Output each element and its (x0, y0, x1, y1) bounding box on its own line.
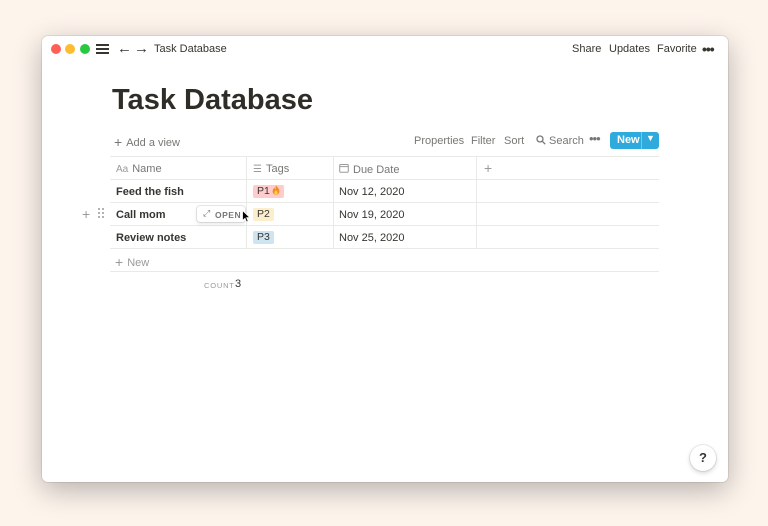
share-button[interactable]: Share (572, 43, 601, 55)
back-arrow-icon[interactable]: ← (117, 40, 132, 58)
row-due-date-cell[interactable]: Nov 19, 2020 (339, 209, 404, 221)
search-button[interactable]: Search (536, 135, 584, 147)
row-name-cell[interactable]: Feed the fish (116, 186, 184, 198)
favorite-button[interactable]: Favorite (657, 43, 697, 55)
properties-button[interactable]: Properties (414, 135, 464, 147)
table-top-border (110, 156, 659, 157)
page-title[interactable]: Task Database (112, 84, 313, 117)
text-property-icon: Aa (116, 164, 129, 175)
column-header-label: Due Date (353, 164, 400, 176)
tag-label: P1 (257, 185, 270, 197)
fire-icon (272, 185, 280, 195)
sort-button[interactable]: Sort (504, 135, 524, 147)
sidebar-toggle-icon[interactable] (96, 42, 110, 56)
tag-p3[interactable]: P3 (253, 231, 274, 244)
column-header-name[interactable]: Aa Name (116, 163, 162, 175)
column-divider (476, 156, 477, 249)
list-property-icon: ☰ (253, 164, 262, 175)
row-divider (110, 248, 659, 249)
tag-p1[interactable]: P1 (253, 185, 284, 198)
new-button[interactable]: New ▼ (610, 132, 659, 149)
add-view-label: Add a view (126, 137, 180, 149)
search-label: Search (549, 135, 584, 147)
minimize-window-button[interactable] (65, 44, 75, 54)
column-divider (333, 156, 334, 249)
open-label: OPEN (215, 209, 242, 220)
search-icon (536, 135, 546, 145)
calendar-icon (339, 163, 349, 176)
new-button-divider (641, 132, 642, 149)
expand-icon: ⤢ (203, 208, 211, 218)
new-row-label: New (127, 257, 150, 269)
plus-icon: + (115, 254, 124, 270)
add-row-icon[interactable]: + (82, 206, 90, 222)
add-property-icon[interactable]: + (484, 160, 492, 176)
count-value: 3 (235, 278, 242, 290)
view-more-icon[interactable]: ••• (589, 131, 601, 146)
row-name-cell[interactable]: Review notes (116, 232, 186, 244)
count-label[interactable]: COUNT (204, 281, 235, 290)
add-view-button[interactable]: + Add a view (114, 134, 180, 150)
column-header-label: Tags (265, 163, 290, 175)
help-button[interactable]: ? (690, 445, 716, 471)
row-divider (110, 225, 659, 226)
column-header-due-date[interactable]: Due Date (339, 163, 399, 176)
forward-arrow-icon[interactable]: → (134, 40, 149, 58)
filter-button[interactable]: Filter (471, 135, 495, 147)
more-options-icon[interactable]: ••• (702, 41, 715, 57)
plus-icon: + (114, 134, 123, 150)
column-header-tags[interactable]: ☰ Tags (253, 163, 289, 175)
chevron-down-icon[interactable]: ▼ (646, 133, 655, 143)
mouse-cursor-icon (242, 210, 251, 223)
row-due-date-cell[interactable]: Nov 25, 2020 (339, 232, 404, 244)
zoom-window-button[interactable] (80, 44, 90, 54)
column-divider (246, 156, 247, 249)
app-window: ← → Task Database Share Updates Favorite… (42, 36, 728, 482)
tag-p2[interactable]: P2 (253, 208, 274, 221)
new-row-divider (110, 271, 659, 272)
new-row-button[interactable]: + New (115, 254, 149, 270)
close-window-button[interactable] (51, 44, 61, 54)
row-divider (110, 202, 659, 203)
new-button-label: New (617, 134, 640, 146)
column-header-label: Name (132, 163, 162, 175)
open-row-button[interactable]: ⤢ OPEN (197, 206, 245, 222)
row-name-cell[interactable]: Call mom (116, 209, 166, 221)
breadcrumb[interactable]: Task Database (154, 43, 227, 55)
drag-handle-icon[interactable] (98, 208, 106, 219)
updates-button[interactable]: Updates (609, 43, 650, 55)
title-bar: ← → Task Database Share Updates Favorite… (42, 36, 728, 62)
header-row-divider (110, 179, 659, 180)
row-due-date-cell[interactable]: Nov 12, 2020 (339, 186, 404, 198)
